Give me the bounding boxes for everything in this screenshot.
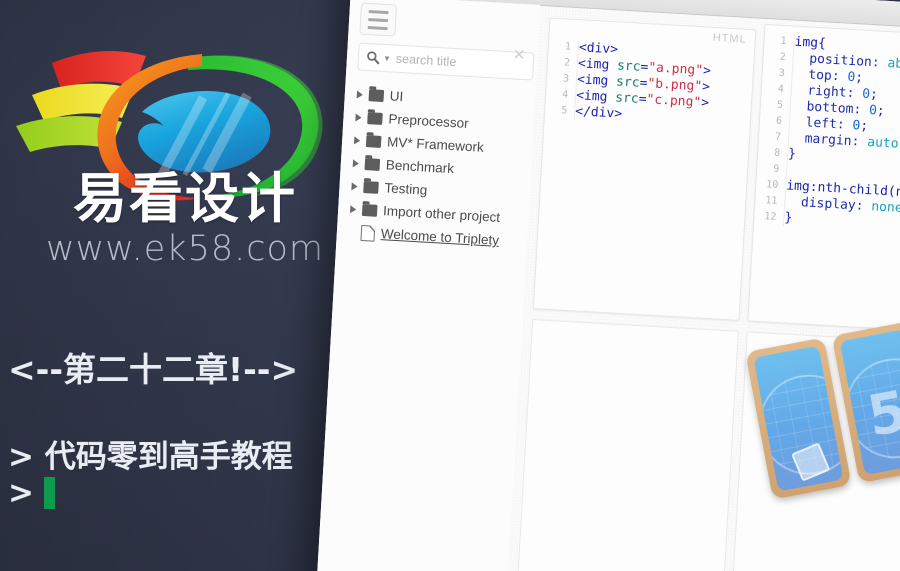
search-icon [367, 51, 380, 65]
line-number: 2 [547, 54, 579, 73]
prompt-symbol: > [8, 475, 34, 512]
close-icon[interactable]: ✕ [512, 45, 526, 64]
code-token: > [702, 63, 712, 79]
code-token: "b.png" [646, 76, 703, 95]
tree-item-label: Benchmark [385, 157, 455, 177]
line-number: 3 [546, 70, 578, 89]
brand-url: www.ek58.com [45, 229, 324, 269]
code-token: ; [859, 118, 869, 134]
code-token: > [700, 95, 710, 111]
code-token: top: [792, 66, 848, 85]
css-code-area[interactable]: 1 img{2 position: absolute; 3 top: 0; 4 rig… [748, 32, 900, 340]
line-number: 1 [548, 38, 580, 57]
line-number: 2 [763, 48, 795, 67]
folder-icon [368, 88, 385, 102]
code-line-text: img{ [794, 35, 826, 53]
chapter-line: <--第二十二章!--> [8, 350, 299, 389]
project-sidebar: ▼ search title ✕ UI Preprocessor MV* Fra… [312, 0, 541, 571]
code-token: ; [854, 70, 864, 86]
tree-item-label: Preprocessor [388, 111, 470, 131]
text-caret [43, 477, 55, 510]
code-token: <img [576, 72, 617, 90]
code-token: <img [575, 88, 616, 106]
tree-item-label: Import other project [382, 203, 501, 225]
folder-icon [367, 111, 383, 125]
tree-item-label: Welcome to Triplety [380, 226, 500, 248]
line-number: 7 [758, 128, 790, 147]
code-token: none; [870, 199, 900, 217]
application-window: Welcome ▾ HTML CSS ▼ search title ✕ [312, 0, 900, 571]
chevron-down-icon[interactable]: ▼ [383, 53, 391, 62]
code-line-text: } [784, 210, 793, 226]
line-number: 10 [755, 176, 787, 195]
line-number: 5 [544, 102, 576, 121]
search-placeholder: search title [395, 51, 457, 70]
code-token: <div> [578, 40, 619, 58]
code-token: <img [577, 56, 618, 74]
css-editor-panel[interactable]: CSS 1img{2 position: absolute;3 top: 0;4… [747, 23, 900, 341]
code-line-text: } [788, 146, 797, 162]
chevron-right-icon[interactable] [352, 158, 360, 168]
line-number: 12 [754, 208, 785, 227]
hamburger-icon[interactable] [359, 2, 398, 37]
chevron-right-icon[interactable] [353, 135, 361, 145]
code-token: src [614, 90, 640, 107]
tree-item-label: Testing [384, 180, 428, 198]
line-number: 3 [762, 64, 794, 83]
code-token: "c.png" [646, 92, 702, 111]
brand-name-cn: 易看设计 [73, 167, 297, 230]
code-token: src [616, 58, 641, 75]
line-number: 6 [759, 112, 791, 131]
code-token: ; [876, 103, 886, 119]
html-editor-panel[interactable]: HTML 1 <div> 2 <img src="a.png"> 3 <img src="… [532, 17, 757, 321]
folder-icon [365, 134, 382, 148]
preview-panel-left[interactable] [514, 318, 739, 571]
chevron-right-icon[interactable] [355, 112, 362, 122]
code-token: ; [869, 87, 879, 103]
html-code-area[interactable]: 1 <div> 2 <img src="a.png"> 3 <img src="b.png… [534, 38, 754, 319]
code-token: margin: [788, 130, 868, 150]
code-token: } [784, 210, 793, 226]
chevron-right-icon[interactable] [351, 181, 358, 191]
chevron-right-icon[interactable] [350, 204, 357, 214]
line-number: 4 [761, 80, 793, 99]
code-token: auto; [866, 134, 900, 153]
tree-item-label: MV* Framework [386, 134, 485, 155]
line-number: 5 [760, 96, 792, 115]
code-token: "a.png" [647, 60, 704, 79]
line-number: 8 [757, 144, 789, 163]
project-tree: UI Preprocessor MV* Framework Benchmark [342, 82, 531, 253]
screenshot-stage: 易看设计 www.ek58.com <--第二十二章!--> > 代码零到高手教… [0, 0, 900, 571]
line-number: 1 [764, 32, 796, 51]
code-token: </div> [574, 104, 623, 122]
code-token: src [615, 74, 641, 91]
folder-icon [364, 157, 381, 171]
panel-label-html: HTML [712, 31, 747, 46]
line-number: 9 [756, 160, 788, 179]
code-token: img{ [794, 34, 827, 52]
folder-icon [361, 203, 378, 217]
search-input[interactable]: ▼ search title [357, 42, 535, 81]
line-number: 4 [545, 86, 577, 105]
line-number: 11 [754, 192, 786, 211]
code-token: > [701, 79, 711, 95]
tree-item-label: UI [389, 88, 404, 105]
folder-icon [363, 180, 379, 194]
chevron-right-icon[interactable] [356, 89, 364, 99]
document-icon [360, 224, 376, 242]
code-line-text: </div> [575, 104, 623, 123]
code-token: } [787, 146, 797, 162]
